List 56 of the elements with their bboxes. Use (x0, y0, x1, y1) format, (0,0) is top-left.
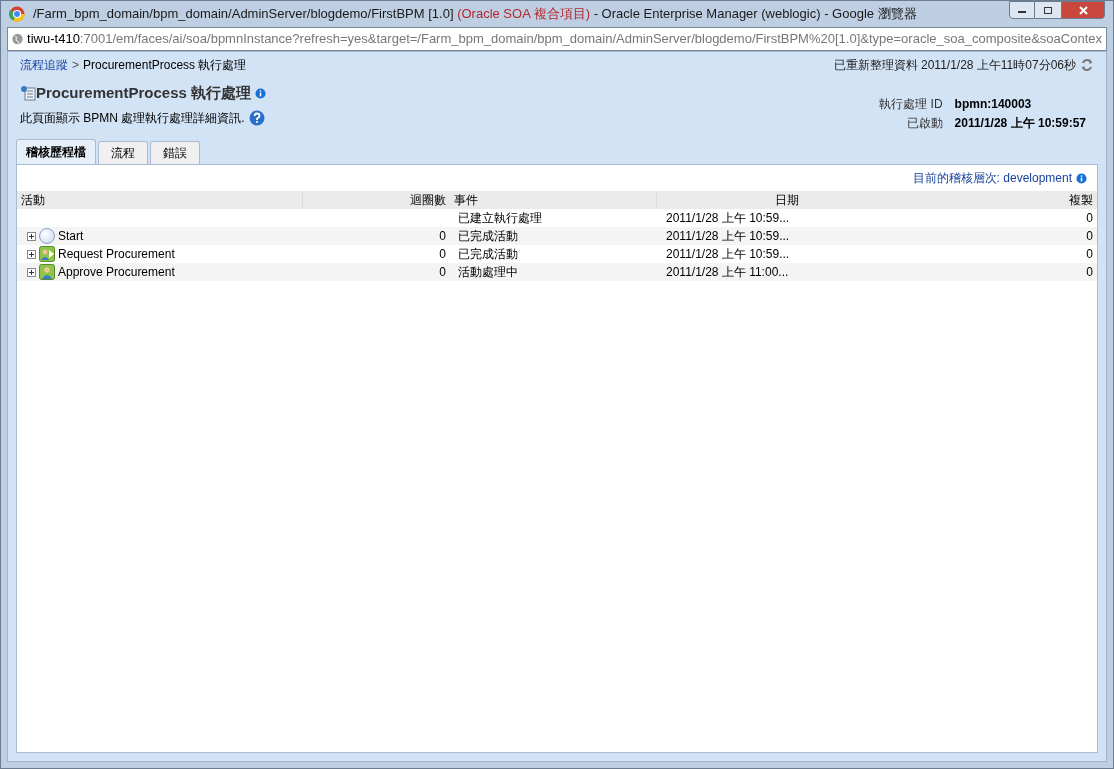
breadcrumb-current: ProcurementProcess 執行處理 (83, 57, 247, 74)
table-cell-text: 2011/1/28 上午 11:00... (666, 264, 789, 281)
detail-value: bpmn:140003 (954, 96, 1033, 113)
close-button[interactable] (1061, 1, 1105, 19)
refresh-icon[interactable] (1080, 58, 1094, 72)
audit-level-link[interactable]: 目前的稽核層次: development (912, 169, 1072, 187)
table-cell-text: 已建立執行處理 (458, 210, 542, 227)
page-description: 此頁面顯示 BPMN 處理執行處理詳細資訊. (20, 109, 245, 127)
info-icon[interactable] (1076, 172, 1087, 184)
expand-icon[interactable] (27, 267, 36, 277)
column-header[interactable]: 事件 (450, 191, 656, 209)
refresh-timestamp: 已重新整理資料 2011/1/28 上午11時07分06秒 (833, 57, 1076, 74)
table-cell-text: 0 (1086, 228, 1093, 245)
table-cell-text: 2011/1/28 上午 10:59... (666, 228, 790, 245)
table-cell-text: Request Procurement (58, 246, 175, 263)
breadcrumb-separator: > (72, 57, 79, 74)
address-bar[interactable]: tiwu-t410:7001/em/faces/ai/soa/bpmnInstance?refresh=yes&target=/Farm_bpm_domain/bpm_domain/AdminServer/blogdemo/FirstBPM%20[1.0]&type=oracle_soa_composite&soaContex (7, 27, 1107, 51)
column-header[interactable]: 迴圈數 (303, 191, 450, 209)
maximize-icon (1044, 6, 1052, 14)
expand-icon[interactable] (27, 249, 36, 259)
table-cell-text: Start (58, 228, 84, 245)
table-cell-text: 0 (439, 264, 446, 281)
table-cell-text: 0 (439, 228, 446, 245)
help-icon[interactable] (248, 109, 265, 126)
detail-value: 2011/1/28 上午 10:59:57 (954, 115, 1086, 132)
tab[interactable]: 錯誤 (150, 141, 200, 164)
table-cell-text: 0 (1086, 210, 1093, 227)
browser-logo-icon (9, 6, 25, 22)
detail-label: 已啟動 (905, 115, 943, 132)
column-header[interactable]: 活動 (17, 191, 303, 209)
info-icon[interactable] (255, 87, 267, 99)
page-title: ProcurementProcess 執行處理 (36, 83, 252, 103)
table-cell-text: 已完成活動 (458, 228, 518, 245)
tab[interactable]: 流程 (98, 141, 148, 164)
tab[interactable]: 稽核歷程檔 (16, 139, 96, 164)
table-cell-text: 0 (439, 246, 446, 263)
table-cell-text: 2011/1/28 上午 10:59... (666, 210, 790, 227)
close-icon (1078, 5, 1088, 15)
maximize-button[interactable] (1035, 1, 1061, 19)
table-cell-text: 2011/1/28 上午 10:59... (666, 246, 790, 263)
globe-icon (12, 32, 24, 46)
minimize-button[interactable] (1009, 1, 1035, 19)
table-cell-text: 活動處理中 (458, 264, 518, 281)
minimize-icon (1018, 11, 1026, 13)
detail-label: 執行處理 ID (879, 96, 943, 113)
table-cell-text: Approve Procurement (58, 264, 175, 281)
table-cell-text: 0 (1086, 246, 1093, 263)
column-header[interactable]: 複製 (803, 191, 1097, 209)
user-icon (39, 264, 55, 280)
process-icon (20, 85, 36, 102)
breadcrumb-link[interactable]: 流程追蹤 (20, 56, 68, 74)
column-header[interactable]: 日期 (656, 191, 803, 209)
table-cell-text: 0 (1086, 264, 1093, 281)
table-cell-text: 已完成活動 (458, 246, 518, 263)
window-title: /Farm_bpm_domain/bpm_domain/AdminServer/blogdemo/FirstBPM [1.0] (Oracle SOA 複合項目) - Oracle Enterprise Manager (weblogic) - Google 瀏覽器 (33, 5, 917, 24)
expand-icon[interactable] (27, 231, 36, 241)
